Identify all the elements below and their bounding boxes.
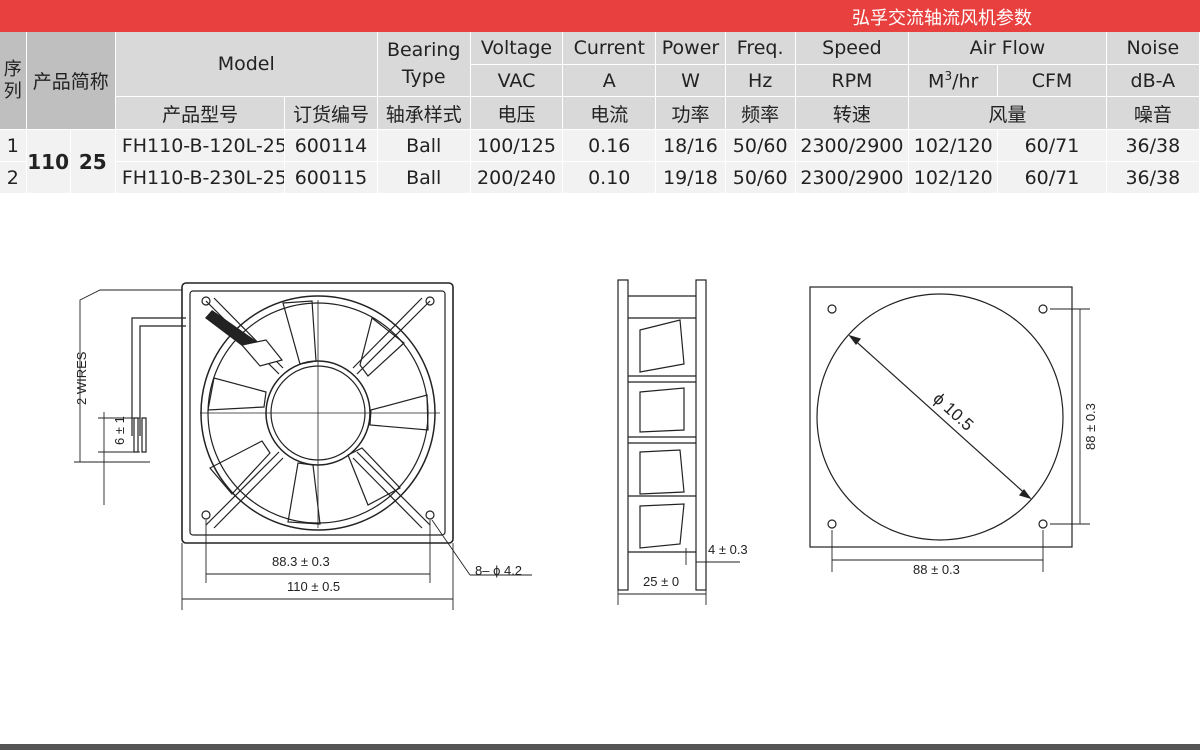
width-label: 110 ± 0.5 (287, 579, 340, 594)
wires-label: 2 WIRES (74, 351, 89, 405)
fan-drawing: 2 WIRES 6 ± 1 88.3 ± 0.3 110 ± 0.5 8– ϕ … (74, 279, 1098, 610)
strip-label: 6 ± 1 (112, 416, 127, 445)
footer-bar (0, 744, 1200, 750)
cutout-h-label: 88 ± 0.3 (913, 562, 960, 577)
flange-label: 4 ± 0.3 (708, 542, 748, 557)
holes-label: 8– ϕ 4.2 (475, 563, 522, 578)
hole-pitch-label: 88.3 ± 0.3 (272, 554, 330, 569)
thickness-label: 25 ± 0 (643, 574, 679, 589)
diameter-label: ϕ 10.5 (929, 389, 977, 435)
cutout-v-label: 88 ± 0.3 (1083, 403, 1098, 450)
cutout-view (809, 286, 1090, 572)
